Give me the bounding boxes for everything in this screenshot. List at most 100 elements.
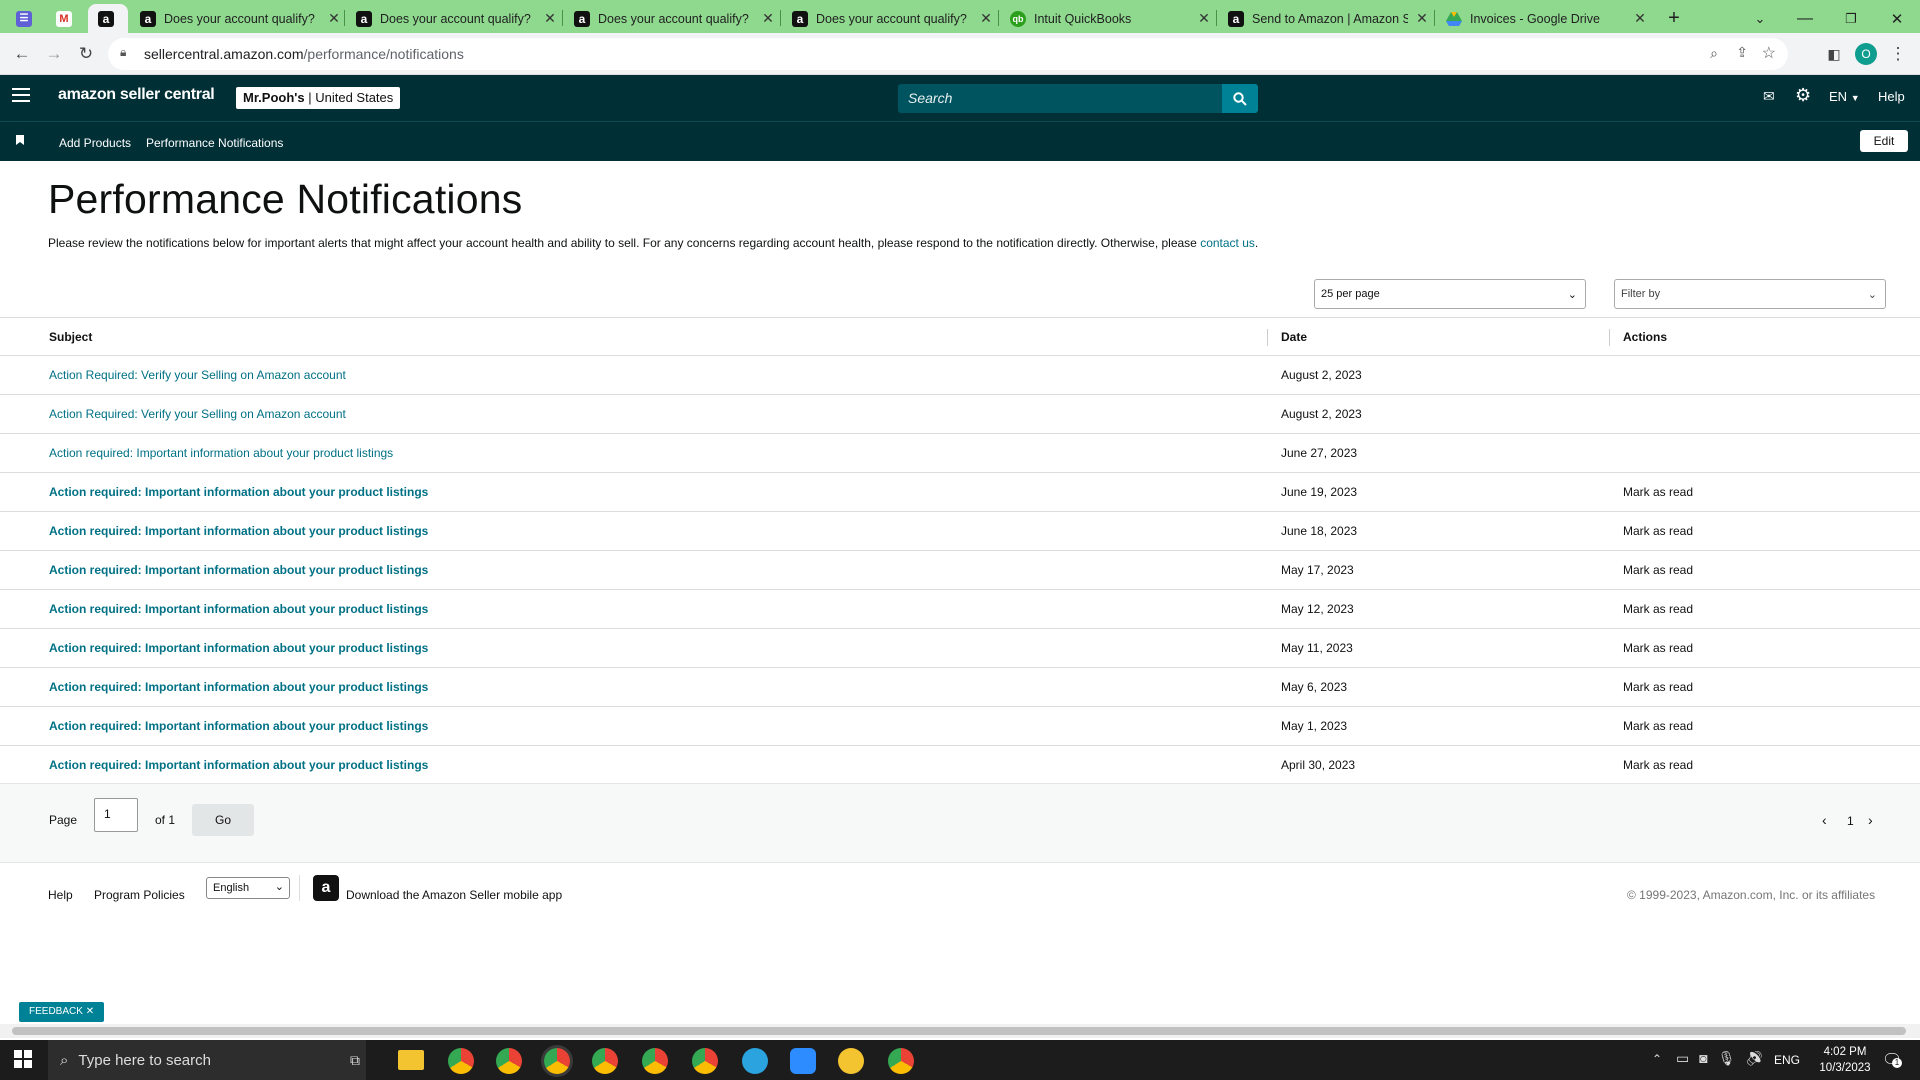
current-page-number[interactable]: 1 (1847, 814, 1854, 828)
seller-central-logo[interactable]: amazon seller central (58, 86, 215, 104)
notification-subject-link[interactable]: Action required: Important information a… (49, 602, 428, 616)
app-icon-yellow[interactable] (838, 1048, 864, 1074)
tab-pinned-gmail[interactable]: M (56, 4, 84, 33)
notification-subject-link[interactable]: Action required: Important information a… (49, 758, 428, 772)
chrome-app-icon[interactable] (592, 1048, 618, 1074)
close-tab-icon[interactable]: ✕ (978, 10, 994, 27)
windows-start-button[interactable] (14, 1050, 32, 1073)
header-subject[interactable]: Subject (49, 318, 92, 355)
tab-does-your-account-qualify-2[interactable]: a Does your account qualify? ✕ (352, 4, 558, 33)
messages-button[interactable]: ✉ (1763, 88, 1775, 105)
mark-as-read-link[interactable]: Mark as read (1623, 512, 1693, 550)
header-date[interactable]: Date (1281, 318, 1307, 355)
amazon-app-icon[interactable]: a (313, 875, 339, 901)
new-tab-button[interactable]: + (1662, 4, 1686, 33)
input-language[interactable]: ENG (1774, 1053, 1800, 1067)
mark-as-read-link[interactable]: Mark as read (1623, 629, 1693, 667)
close-tab-icon[interactable]: ✕ (542, 10, 558, 27)
per-page-select[interactable]: 25 per page ⌄ (1314, 279, 1586, 309)
notifications-button[interactable]: 🗨︎ 1 (1882, 1050, 1902, 1070)
restore-button[interactable]: ❐ (1836, 4, 1866, 33)
search-button[interactable] (1222, 84, 1258, 113)
tab-does-your-account-qualify-3[interactable]: a Does your account qualify? ✕ (570, 4, 776, 33)
footer-program-policies-link[interactable]: Program Policies (94, 888, 185, 902)
mark-as-read-link[interactable]: Mark as read (1623, 707, 1693, 745)
edit-nav-button[interactable]: Edit (1860, 130, 1908, 152)
tab-search-button[interactable]: ⌄ (1748, 4, 1772, 33)
notification-subject-link[interactable]: Action Required: Verify your Selling on … (49, 368, 346, 382)
chrome-app-icon[interactable] (448, 1048, 474, 1074)
nav-link-performance-notifications[interactable]: Performance Notifications (146, 136, 283, 150)
notification-subject-link[interactable]: Action required: Important information a… (49, 446, 393, 460)
filter-select[interactable]: Filter by ⌄ (1614, 279, 1886, 309)
forward-button[interactable]: → (42, 42, 66, 66)
task-view-button[interactable]: ⧉ (350, 1052, 360, 1069)
footer-help-link[interactable]: Help (48, 888, 73, 902)
chrome-app-icon[interactable] (888, 1048, 914, 1074)
address-bar[interactable]: 🔒︎ sellercentral.amazon.com/performance/… (108, 38, 1788, 70)
tab-send-to-amazon[interactable]: a Send to Amazon | Amazon S ✕ (1224, 4, 1430, 33)
hamburger-menu-button[interactable] (12, 88, 30, 102)
store-switcher[interactable]: Mr.Pooh's | United States (236, 87, 401, 109)
bookmark-icon[interactable] (16, 135, 24, 145)
chrome-app-icon[interactable] (642, 1048, 668, 1074)
close-tab-icon[interactable]: ✕ (326, 10, 342, 27)
tab-pinned-tasks[interactable]: ☰ (16, 4, 44, 33)
search-input[interactable]: Search (898, 84, 1222, 113)
notification-subject-link[interactable]: Action required: Important information a… (49, 485, 428, 499)
taskbar-search-box[interactable]: ⌕ Type here to search (48, 1040, 366, 1080)
tab-does-your-account-qualify-1[interactable]: a Does your account qualify? ✕ (136, 4, 342, 33)
notification-subject-link[interactable]: Action required: Important information a… (49, 719, 428, 733)
back-button[interactable]: ← (10, 42, 34, 66)
feedback-button[interactable]: FEEDBACK ✕ (19, 1002, 105, 1022)
mark-as-read-link[interactable]: Mark as read (1623, 551, 1693, 589)
tray-overflow-chevron-up-icon[interactable]: ⌃ (1652, 1052, 1662, 1066)
close-tab-icon[interactable]: ✕ (760, 10, 776, 27)
notification-subject-link[interactable]: Action Required: Verify your Selling on … (49, 407, 346, 421)
mark-as-read-link[interactable]: Mark as read (1623, 746, 1693, 784)
previous-page-button[interactable]: ‹ (1822, 812, 1827, 828)
mark-as-read-link[interactable]: Mark as read (1623, 590, 1693, 628)
close-tab-icon[interactable]: ✕ (1632, 10, 1648, 27)
mark-as-read-link[interactable]: Mark as read (1623, 668, 1693, 706)
contact-us-link[interactable]: contact us (1200, 236, 1255, 250)
download-app-link[interactable]: Download the Amazon Seller mobile app (346, 888, 562, 902)
tab-invoices-google-drive[interactable]: Invoices - Google Drive ✕ (1442, 4, 1648, 33)
settings-button[interactable]: ⚙ (1795, 85, 1811, 106)
help-link[interactable]: Help (1878, 89, 1905, 104)
notification-subject-link[interactable]: Action required: Important information a… (49, 524, 428, 538)
mark-as-read-link[interactable]: Mark as read (1623, 473, 1693, 511)
close-icon[interactable]: ✕ (86, 1006, 94, 1017)
close-tab-icon[interactable]: ✕ (1196, 10, 1212, 27)
share-icon[interactable]: ⇪ (1736, 44, 1748, 61)
notification-subject-link[interactable]: Action required: Important information a… (49, 641, 428, 655)
page-number-input[interactable]: 1 (94, 798, 138, 832)
tab-intuit-quickbooks[interactable]: qb Intuit QuickBooks ✕ (1006, 4, 1212, 33)
file-explorer-icon[interactable] (398, 1050, 424, 1070)
tab-does-your-account-qualify-4[interactable]: a Does your account qualify? ✕ (788, 4, 994, 33)
zoom-icon[interactable]: ⌕ (1710, 45, 1718, 62)
bookmark-star-icon[interactable]: ☆ (1762, 43, 1776, 63)
footer-language-select[interactable]: English ⌄ (206, 877, 290, 899)
close-tab-icon[interactable]: ✕ (1414, 10, 1430, 27)
reload-button[interactable]: ↻ (74, 42, 98, 66)
horizontal-scrollbar[interactable] (0, 1024, 1920, 1038)
go-button[interactable]: Go (192, 804, 254, 836)
notification-subject-link[interactable]: Action required: Important information a… (49, 680, 428, 694)
notification-subject-link[interactable]: Action required: Important information a… (49, 563, 428, 577)
chrome-app-icon[interactable] (496, 1048, 522, 1074)
minimize-button[interactable]: — (1790, 4, 1820, 33)
chrome-menu-button[interactable]: ⋮ (1886, 42, 1910, 66)
tab-pinned-amazon-active[interactable]: a (88, 4, 128, 33)
close-window-button[interactable]: ✕ (1882, 4, 1912, 33)
zoom-app-icon[interactable] (790, 1048, 816, 1074)
next-page-button[interactable]: › (1868, 812, 1873, 828)
profile-button[interactable]: O (1854, 42, 1878, 66)
language-selector[interactable]: EN ▼ (1829, 89, 1860, 104)
side-panel-button[interactable]: ◧ (1822, 42, 1846, 66)
system-tray-icons[interactable]: ▭◙🎙︎🔊︎ (1676, 1050, 1773, 1067)
scrollbar-thumb[interactable] (12, 1027, 1906, 1035)
nav-link-add-products[interactable]: Add Products (59, 136, 131, 150)
chrome-app-icon-active[interactable] (544, 1048, 570, 1074)
telegram-app-icon[interactable] (742, 1048, 768, 1074)
